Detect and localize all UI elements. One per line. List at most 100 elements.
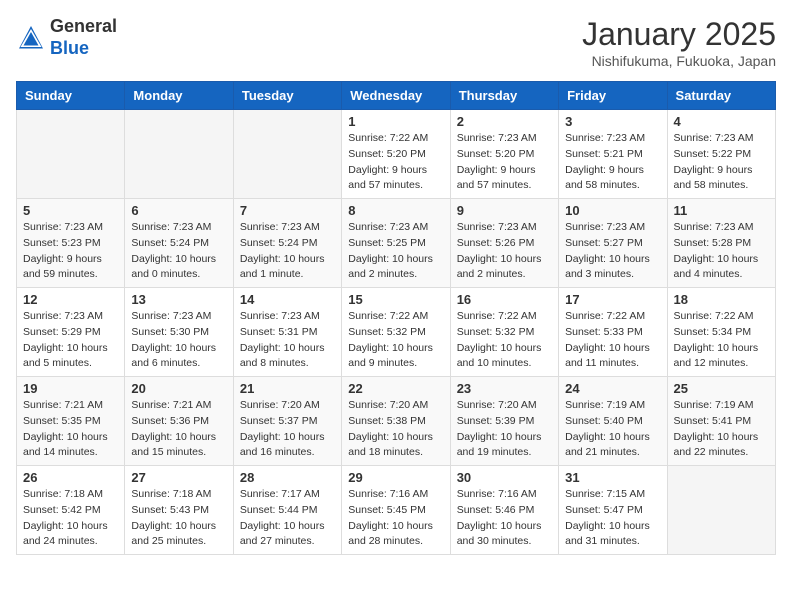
day-info: Sunrise: 7:16 AM Sunset: 5:45 PM Dayligh… [348,487,443,550]
calendar-cell: 11 Sunrise: 7:23 AM Sunset: 5:28 PM Dayli… [667,199,775,288]
day-number: 13 [131,292,226,307]
day-info: Sunrise: 7:23 AM Sunset: 5:31 PM Dayligh… [240,309,335,372]
calendar-cell: 3Sunrise: 7:23 AM Sunset: 5:21 PM Daylig… [559,110,667,199]
month-title: January 2025 [582,16,776,53]
day-number: 11 [674,203,769,218]
day-number: 31 [565,470,660,485]
day-number: 17 [565,292,660,307]
calendar-cell: 19 Sunrise: 7:21 AM Sunset: 5:35 PM Dayli… [17,377,125,466]
calendar-cell: 5 Sunrise: 7:23 AM Sunset: 5:23 PM Daylig… [17,199,125,288]
calendar-cell: 29 Sunrise: 7:16 AM Sunset: 5:45 PM Dayli… [342,466,450,555]
day-number: 8 [348,203,443,218]
day-number: 27 [131,470,226,485]
calendar-cell: 2Sunrise: 7:23 AM Sunset: 5:20 PM Daylig… [450,110,558,199]
week-row-5: 26Sunrise: 7:18 AM Sunset: 5:42 PM Dayli… [17,466,776,555]
calendar-cell: 21 Sunrise: 7:20 AM Sunset: 5:37 PM Dayli… [233,377,341,466]
calendar-cell: 4 Sunrise: 7:23 AM Sunset: 5:22 PM Daylig… [667,110,775,199]
calendar-cell: 8Sunrise: 7:23 AM Sunset: 5:25 PM Daylig… [342,199,450,288]
calendar-cell: 31 Sunrise: 7:15 AM Sunset: 5:47 PM Dayli… [559,466,667,555]
day-info: Sunrise: 7:19 AM Sunset: 5:41 PM Dayligh… [674,398,769,461]
day-number: 1 [348,114,443,129]
day-info: Sunrise: 7:23 AM Sunset: 5:29 PM Dayligh… [23,309,118,372]
calendar-cell: 30Sunrise: 7:16 AM Sunset: 5:46 PM Dayli… [450,466,558,555]
day-info: Sunrise: 7:20 AM Sunset: 5:37 PM Dayligh… [240,398,335,461]
day-number: 23 [457,381,552,396]
location: Nishifukuma, Fukuoka, Japan [582,53,776,69]
calendar-cell: 9 Sunrise: 7:23 AM Sunset: 5:26 PM Daylig… [450,199,558,288]
logo: General Blue [16,16,117,59]
day-info: Sunrise: 7:23 AM Sunset: 5:22 PM Dayligh… [674,131,769,194]
calendar-cell [667,466,775,555]
day-number: 26 [23,470,118,485]
col-header-sunday: Sunday [17,82,125,110]
day-number: 7 [240,203,335,218]
calendar-cell: 18 Sunrise: 7:22 AM Sunset: 5:34 PM Dayli… [667,288,775,377]
day-info: Sunrise: 7:23 AM Sunset: 5:21 PM Dayligh… [565,131,660,194]
day-number: 16 [457,292,552,307]
calendar-cell: 22Sunrise: 7:20 AM Sunset: 5:38 PM Dayli… [342,377,450,466]
day-info: Sunrise: 7:23 AM Sunset: 5:23 PM Dayligh… [23,220,118,283]
calendar-cell: 10Sunrise: 7:23 AM Sunset: 5:27 PM Dayli… [559,199,667,288]
col-header-wednesday: Wednesday [342,82,450,110]
day-number: 5 [23,203,118,218]
day-info: Sunrise: 7:20 AM Sunset: 5:39 PM Dayligh… [457,398,552,461]
col-header-friday: Friday [559,82,667,110]
day-info: Sunrise: 7:22 AM Sunset: 5:34 PM Dayligh… [674,309,769,372]
calendar-cell: 17 Sunrise: 7:22 AM Sunset: 5:33 PM Dayli… [559,288,667,377]
day-info: Sunrise: 7:22 AM Sunset: 5:32 PM Dayligh… [348,309,443,372]
day-info: Sunrise: 7:23 AM Sunset: 5:28 PM Dayligh… [674,220,769,283]
calendar-cell [233,110,341,199]
day-number: 22 [348,381,443,396]
day-info: Sunrise: 7:21 AM Sunset: 5:36 PM Dayligh… [131,398,226,461]
day-number: 24 [565,381,660,396]
calendar-cell: 26Sunrise: 7:18 AM Sunset: 5:42 PM Dayli… [17,466,125,555]
page-header: General Blue January 2025 Nishifukuma, F… [16,16,776,69]
day-info: Sunrise: 7:23 AM Sunset: 5:24 PM Dayligh… [131,220,226,283]
calendar-cell [17,110,125,199]
col-header-saturday: Saturday [667,82,775,110]
day-info: Sunrise: 7:22 AM Sunset: 5:33 PM Dayligh… [565,309,660,372]
calendar-cell: 1 Sunrise: 7:22 AM Sunset: 5:20 PM Daylig… [342,110,450,199]
col-header-monday: Monday [125,82,233,110]
calendar-cell: 14 Sunrise: 7:23 AM Sunset: 5:31 PM Dayli… [233,288,341,377]
day-number: 18 [674,292,769,307]
day-info: Sunrise: 7:23 AM Sunset: 5:24 PM Dayligh… [240,220,335,283]
day-number: 25 [674,381,769,396]
day-number: 4 [674,114,769,129]
logo-blue-text: Blue [50,38,89,58]
day-info: Sunrise: 7:22 AM Sunset: 5:32 PM Dayligh… [457,309,552,372]
calendar-cell: 13 Sunrise: 7:23 AM Sunset: 5:30 PM Dayli… [125,288,233,377]
day-info: Sunrise: 7:19 AM Sunset: 5:40 PM Dayligh… [565,398,660,461]
day-number: 14 [240,292,335,307]
logo-general-text: General [50,16,117,36]
calendar-cell: 6Sunrise: 7:23 AM Sunset: 5:24 PM Daylig… [125,199,233,288]
day-info: Sunrise: 7:22 AM Sunset: 5:20 PM Dayligh… [348,131,443,194]
day-number: 28 [240,470,335,485]
day-number: 2 [457,114,552,129]
day-info: Sunrise: 7:17 AM Sunset: 5:44 PM Dayligh… [240,487,335,550]
day-info: Sunrise: 7:23 AM Sunset: 5:30 PM Dayligh… [131,309,226,372]
day-info: Sunrise: 7:18 AM Sunset: 5:43 PM Dayligh… [131,487,226,550]
week-row-4: 19 Sunrise: 7:21 AM Sunset: 5:35 PM Dayli… [17,377,776,466]
calendar-cell: 20Sunrise: 7:21 AM Sunset: 5:36 PM Dayli… [125,377,233,466]
day-number: 30 [457,470,552,485]
day-number: 29 [348,470,443,485]
calendar-cell: 15Sunrise: 7:22 AM Sunset: 5:32 PM Dayli… [342,288,450,377]
day-number: 21 [240,381,335,396]
calendar-cell: 12Sunrise: 7:23 AM Sunset: 5:29 PM Dayli… [17,288,125,377]
day-number: 19 [23,381,118,396]
day-info: Sunrise: 7:23 AM Sunset: 5:26 PM Dayligh… [457,220,552,283]
week-row-2: 5 Sunrise: 7:23 AM Sunset: 5:23 PM Daylig… [17,199,776,288]
calendar-cell: 25 Sunrise: 7:19 AM Sunset: 5:41 PM Dayli… [667,377,775,466]
calendar-cell: 24 Sunrise: 7:19 AM Sunset: 5:40 PM Dayli… [559,377,667,466]
day-number: 9 [457,203,552,218]
col-header-thursday: Thursday [450,82,558,110]
calendar-cell: 23 Sunrise: 7:20 AM Sunset: 5:39 PM Dayli… [450,377,558,466]
calendar-cell: 27 Sunrise: 7:18 AM Sunset: 5:43 PM Dayli… [125,466,233,555]
day-info: Sunrise: 7:15 AM Sunset: 5:47 PM Dayligh… [565,487,660,550]
calendar-cell: 28 Sunrise: 7:17 AM Sunset: 5:44 PM Dayli… [233,466,341,555]
day-info: Sunrise: 7:23 AM Sunset: 5:27 PM Dayligh… [565,220,660,283]
day-info: Sunrise: 7:21 AM Sunset: 5:35 PM Dayligh… [23,398,118,461]
week-row-3: 12Sunrise: 7:23 AM Sunset: 5:29 PM Dayli… [17,288,776,377]
week-row-1: 1 Sunrise: 7:22 AM Sunset: 5:20 PM Daylig… [17,110,776,199]
